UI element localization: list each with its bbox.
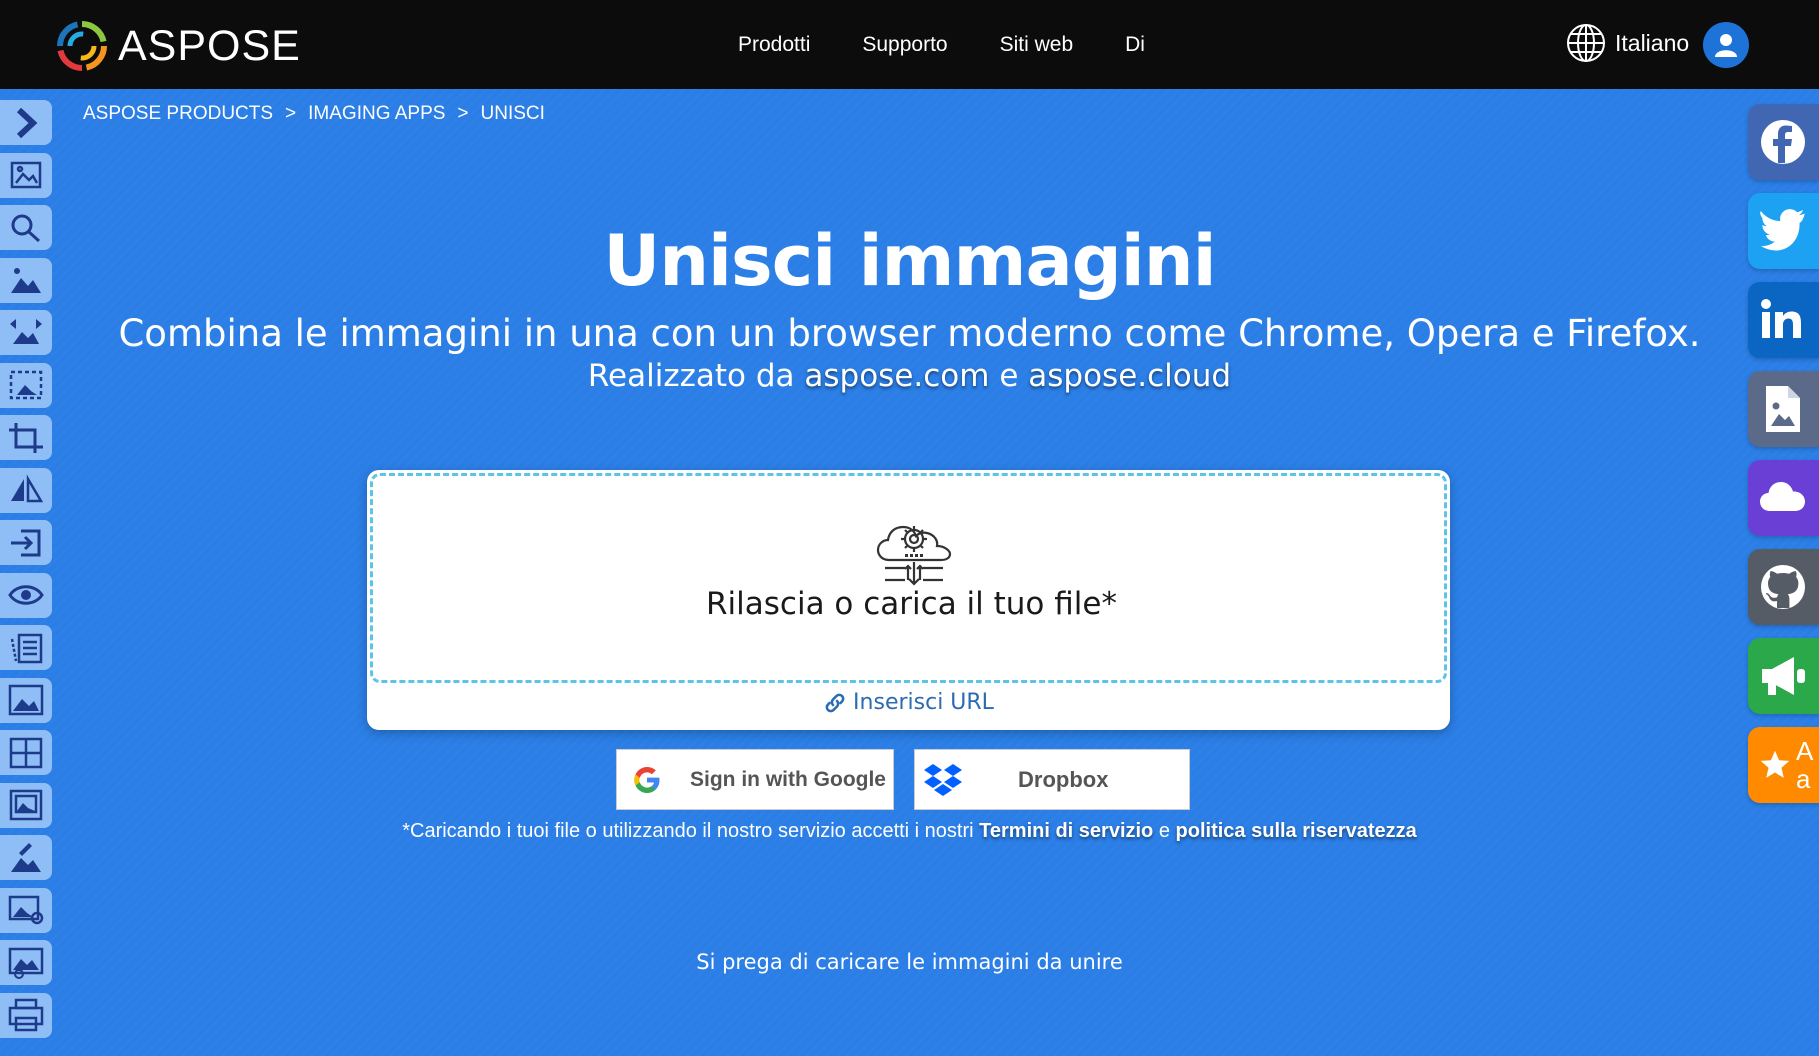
link-icon xyxy=(825,693,845,712)
sidebar-tool-view[interactable] xyxy=(0,572,52,618)
language-selector[interactable]: Italiano xyxy=(1565,22,1689,64)
document-list-icon xyxy=(10,633,43,663)
sidebar-tool-crop[interactable] xyxy=(0,415,52,460)
language-label: Italiano xyxy=(1615,29,1690,56)
sidebar-tool-resize[interactable] xyxy=(0,152,52,198)
aspose-cloud-link[interactable]: aspose.cloud xyxy=(1028,358,1231,394)
sidebar-tool-collage[interactable] xyxy=(0,730,52,775)
main-nav: Prodotti Supporto Siti web Di xyxy=(738,0,1145,89)
google-signin-button[interactable]: Sign in with Google xyxy=(616,749,894,810)
logo-text: ASPOSE xyxy=(118,21,301,70)
nav-supporto[interactable]: Supporto xyxy=(862,33,947,57)
sidebar-expand-button[interactable] xyxy=(0,100,52,145)
page-title: Unisci immagini xyxy=(603,220,1216,302)
breadcrumb-unisci[interactable]: UNISCI xyxy=(481,103,545,125)
nav-siti-web[interactable]: Siti web xyxy=(1000,33,1074,57)
star-icon xyxy=(1760,750,1790,778)
dropbox-button[interactable]: Dropbox xyxy=(914,749,1190,810)
social-sidebar: A a xyxy=(1748,104,1819,816)
user-account-button[interactable] xyxy=(1703,22,1749,68)
dropbox-label: Dropbox xyxy=(1018,766,1109,792)
printer-icon xyxy=(8,998,44,1032)
sidebar-tool-document[interactable] xyxy=(0,625,52,670)
google-signin-label: Sign in with Google xyxy=(690,767,886,791)
breadcrumb-separator: > xyxy=(285,103,297,124)
resize-image-icon xyxy=(10,161,42,189)
chevron-right-icon xyxy=(16,107,38,138)
enter-url-label: Inserisci URL xyxy=(853,690,994,715)
sidebar-tool-photo[interactable] xyxy=(0,677,52,723)
nav-prodotti[interactable]: Prodotti xyxy=(738,33,810,57)
file-dropzone[interactable]: Rilascia o carica il tuo file* xyxy=(370,473,1447,683)
crop-icon xyxy=(9,422,43,453)
terms-notice: *Caricando i tuoi file o utilizzando il … xyxy=(0,820,1819,843)
dropbox-icon xyxy=(924,763,962,796)
github-button[interactable] xyxy=(1748,549,1819,625)
announcements-button[interactable] xyxy=(1748,638,1819,714)
aspose-logo-icon xyxy=(57,21,107,71)
sidebar-tool-print[interactable] xyxy=(0,992,52,1038)
powered-by: Realizzato da aspose.com e aspose.cloud xyxy=(0,358,1819,394)
nav-di[interactable]: Di xyxy=(1125,33,1145,57)
cloud-app-button[interactable] xyxy=(1748,460,1819,536)
terms-of-service-link[interactable]: Termini di servizio xyxy=(979,820,1153,842)
aspose-com-link[interactable]: aspose.com xyxy=(804,358,989,394)
privacy-policy-link[interactable]: politica sulla riservatezza xyxy=(1176,820,1417,842)
facebook-icon xyxy=(1761,120,1805,164)
feedback-button[interactable]: A a xyxy=(1748,727,1819,803)
megaphone-icon xyxy=(1762,657,1805,695)
page-subtitle: Combina le immagini in una con un browse… xyxy=(118,312,1701,355)
enter-url-link[interactable]: Inserisci URL xyxy=(367,690,1450,715)
terms-and: e xyxy=(1158,820,1170,842)
powered-by-and: e xyxy=(999,358,1019,394)
facebook-share-button[interactable] xyxy=(1748,104,1819,180)
flip-icon xyxy=(11,474,44,503)
terms-prefix: *Caricando i tuoi file o utilizzando il … xyxy=(402,820,974,842)
breadcrumb-aspose-products[interactable]: ASPOSE PRODUCTS xyxy=(83,103,273,125)
dropzone-label: Rilascia o carica il tuo file* xyxy=(706,586,1117,622)
feedback-label-line-2: a xyxy=(1796,764,1811,794)
cloud-upload-gear-icon xyxy=(876,525,952,586)
upload-hint: Si prega di caricare le immagini da unir… xyxy=(696,950,1123,974)
google-icon xyxy=(634,766,660,793)
upload-panel: Rilascia o carica il tuo file* Inserisci… xyxy=(367,470,1450,730)
eye-icon xyxy=(8,585,44,605)
frame-icon xyxy=(9,789,43,821)
breadcrumb-separator: > xyxy=(457,103,469,124)
photo-icon xyxy=(8,684,44,716)
sidebar-tool-watermark[interactable] xyxy=(0,887,52,933)
top-navbar: ASPOSE Prodotti Supporto Siti web Di Ita… xyxy=(0,0,1819,89)
powered-by-prefix: Realizzato da xyxy=(587,358,795,394)
sidebar-tool-merge[interactable] xyxy=(0,520,52,565)
github-icon xyxy=(1761,565,1805,609)
breadcrumb: ASPOSE PRODUCTS > IMAGING APPS > UNISCI xyxy=(83,103,545,125)
collage-icon xyxy=(9,737,43,768)
aspose-logo[interactable]: ASPOSE xyxy=(56,20,301,72)
feedback-label: A a xyxy=(1796,737,1813,793)
merge-icon xyxy=(11,529,41,556)
user-icon xyxy=(1715,34,1737,57)
feedback-label-line-1: A xyxy=(1796,736,1814,766)
image-settings-icon xyxy=(8,895,44,925)
draw-image-icon xyxy=(11,842,41,872)
globe-icon xyxy=(1567,24,1605,62)
breadcrumb-imaging-apps[interactable]: IMAGING APPS xyxy=(308,103,445,125)
sidebar-tool-flip[interactable] xyxy=(0,467,52,513)
cloud-icon xyxy=(1760,482,1805,511)
